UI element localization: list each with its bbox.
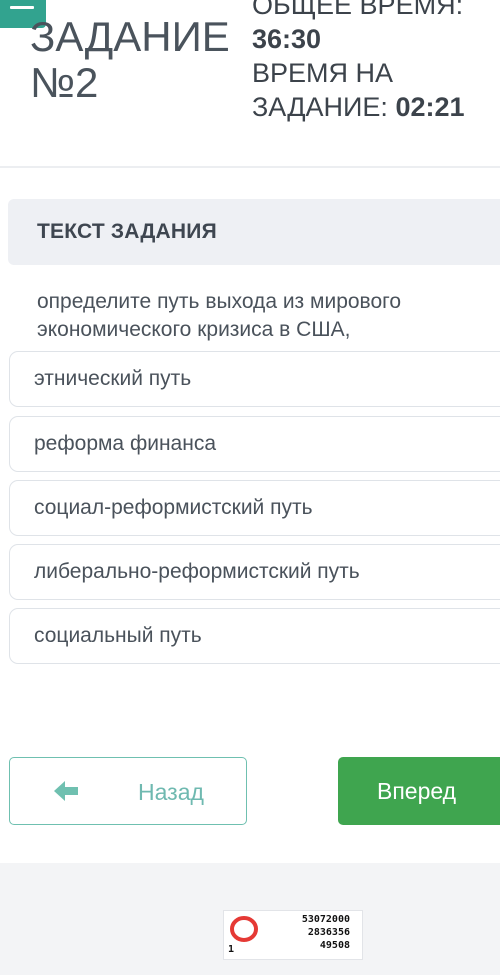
task-time-value: 02:21 — [395, 92, 465, 122]
answer-option-label: этнический путь — [34, 367, 192, 390]
header-divider — [0, 166, 500, 168]
task-title: ЗАДАНИЕ №2 — [30, 13, 230, 106]
answer-option-label: социал-реформистский путь — [34, 496, 313, 519]
task-text-header: ТЕКСТ ЗАДАНИЯ — [8, 199, 500, 265]
hamburger-icon — [10, 6, 34, 9]
total-time-label: ОБЩЕЕ ВРЕМЯ: — [252, 0, 464, 20]
back-button[interactable]: Назад — [9, 757, 247, 825]
answer-option-label: реформа финанса — [34, 432, 217, 455]
image-number: 49508 — [319, 940, 350, 951]
timer-block: ОБЩЕЕ ВРЕМЯ: 36:30 ВРЕМЯ НА ЗАДАНИЕ: 02:… — [252, 0, 500, 124]
image-small-number: 1 — [228, 944, 235, 955]
answer-option[interactable]: социал-реформистский путь — [9, 480, 500, 536]
answer-option-label: либерально-реформистский путь — [34, 560, 360, 583]
red-circle-icon — [230, 916, 258, 942]
task-time-label: ВРЕМЯ НА ЗАДАНИЕ: — [252, 58, 394, 122]
next-button[interactable]: Вперед — [338, 757, 500, 825]
image-number: 53072000 — [301, 914, 350, 925]
answer-option[interactable]: социальный путь — [9, 608, 500, 664]
arrow-left-icon — [54, 781, 78, 801]
task-time: ВРЕМЯ НА ЗАДАНИЕ: 02:21 — [252, 56, 500, 124]
answer-option[interactable]: этнический путь — [9, 351, 500, 407]
image-numbers: 53072000 2836356 49508 — [302, 913, 350, 952]
task-card: ЗАДАНИЕ №2 ОБЩЕЕ ВРЕМЯ: 36:30 ВРЕМЯ НА З… — [0, 0, 500, 863]
answer-option[interactable]: реформа финанса — [9, 416, 500, 472]
answer-option[interactable]: либерально-реформистский путь — [9, 544, 500, 600]
answer-option-label: социальный путь — [34, 624, 202, 647]
attached-image: 1 53072000 2836356 49508 — [223, 910, 363, 960]
next-button-label: Вперед — [377, 778, 457, 804]
back-button-label: Назад — [138, 779, 204, 805]
image-number: 2836356 — [307, 927, 350, 938]
question-text: определите путь выхода из мирового эконо… — [37, 290, 402, 341]
total-time-value: 36:30 — [252, 24, 322, 54]
task-text-label: ТЕКСТ ЗАДАНИЯ — [37, 220, 217, 243]
